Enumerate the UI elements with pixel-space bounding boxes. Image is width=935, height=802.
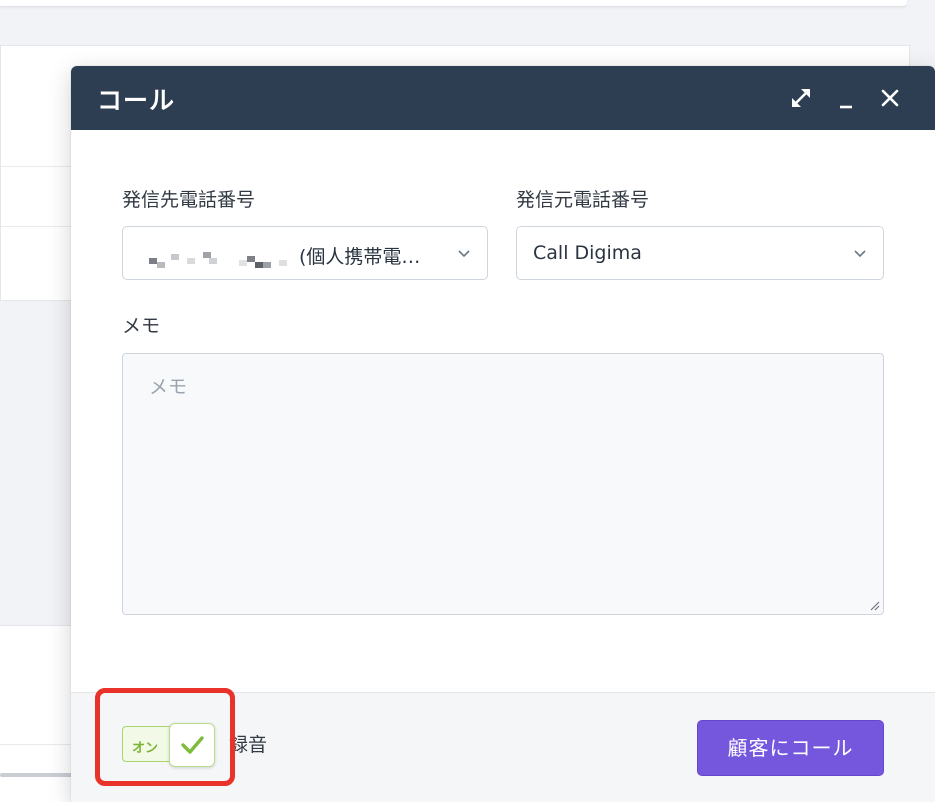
background-top-bar [0, 0, 907, 7]
chevron-down-icon [854, 250, 866, 258]
minimize-button[interactable] [832, 84, 860, 112]
expand-button[interactable] [787, 84, 815, 112]
from-number-label: 発信元電話番号 [516, 189, 650, 211]
minimize-icon [840, 105, 852, 109]
to-number-select[interactable]: (個人携帯電… [122, 226, 488, 280]
expand-icon [792, 89, 810, 107]
from-number-value: Call Digima [533, 242, 642, 264]
memo-placeholder: メモ [149, 376, 188, 398]
memo-label: メモ [122, 315, 161, 337]
close-button[interactable] [876, 84, 904, 112]
to-number-label: 発信先電話番号 [122, 189, 256, 211]
to-number-value: (個人携帯電… [139, 242, 420, 269]
redacted-number [139, 248, 299, 268]
resize-handle-icon[interactable] [868, 599, 880, 611]
dialog-title: コール [97, 86, 176, 115]
highlight-box [95, 688, 235, 786]
memo-textarea[interactable]: メモ [122, 353, 884, 615]
dialog-header: コール [71, 66, 935, 130]
chevron-down-icon [458, 250, 470, 258]
to-number-suffix: (個人携帯電… [299, 246, 421, 268]
from-number-select[interactable]: Call Digima [516, 226, 884, 280]
close-icon [881, 89, 899, 107]
call-customer-button[interactable]: 顧客にコール [697, 720, 884, 776]
